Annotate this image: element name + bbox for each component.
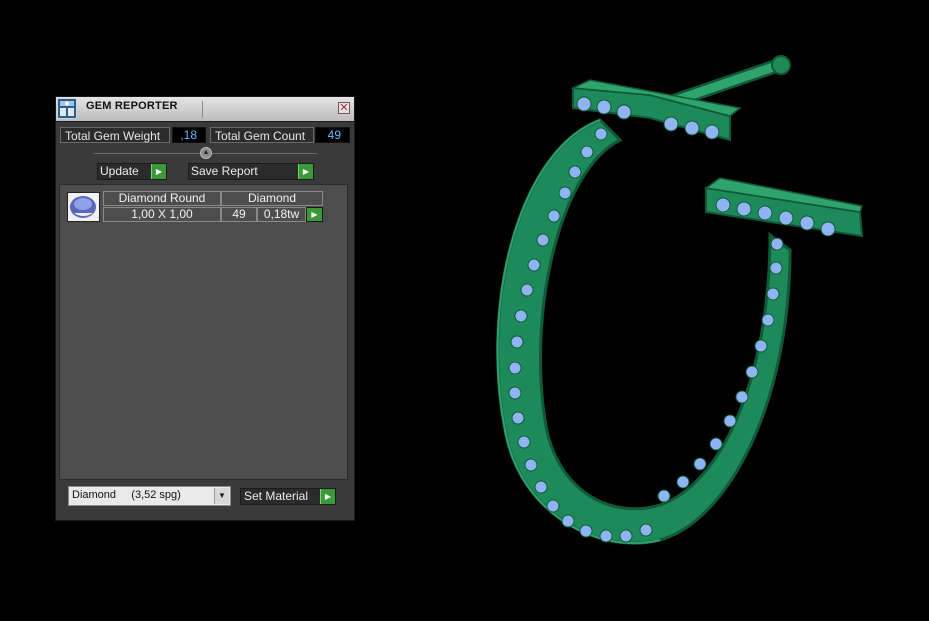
- save-report-button[interactable]: Save Report ▶: [188, 163, 314, 180]
- set-material-button[interactable]: Set Material ▶: [240, 488, 336, 505]
- total-gem-count-value: 49: [315, 127, 350, 143]
- gem-reporter-panel: GEM REPORTER ✕ Total Gem Weight ,18 Tota…: [55, 96, 355, 521]
- material-select-value: Diamond (3,52 spg): [72, 489, 181, 501]
- total-gem-count-label: Total Gem Count: [210, 127, 314, 143]
- title-bar[interactable]: GEM REPORTER ✕: [56, 97, 354, 122]
- update-button[interactable]: Update ▶: [97, 163, 167, 180]
- close-button[interactable]: ✕: [338, 102, 350, 114]
- title-divider: [202, 101, 203, 118]
- gem-weight-cell: 0,18tw: [257, 207, 306, 222]
- diamond-thumbnail-icon: [67, 192, 100, 222]
- material-select[interactable]: Diamond (3,52 spg) ▼: [68, 486, 231, 506]
- gem-list[interactable]: Diamond Round Diamond 1,00 X 1,00 49 0,1…: [59, 184, 348, 480]
- window-title: GEM REPORTER: [86, 100, 178, 112]
- gem-reporter-app-icon: [57, 98, 77, 119]
- save-report-button-label: Save Report: [191, 164, 258, 178]
- gem-row-arrow-icon[interactable]: ▶: [306, 207, 323, 222]
- total-gem-weight-value: ,18: [172, 127, 206, 143]
- set-material-label: Set Material: [244, 489, 309, 503]
- set-material-arrow-icon: ▶: [320, 489, 335, 504]
- gem-shape-cell: Diamond Round: [103, 191, 221, 206]
- panel-slider-knob[interactable]: ▲: [200, 147, 212, 159]
- update-button-label: Update: [100, 164, 139, 178]
- gem-count-cell: 49: [221, 207, 257, 222]
- gem-material-cell: Diamond: [221, 191, 323, 206]
- ring-pin: [661, 55, 791, 110]
- total-gem-weight-label: Total Gem Weight: [60, 127, 170, 143]
- save-report-arrow-icon: ▶: [298, 164, 313, 179]
- update-arrow-icon: ▶: [151, 164, 166, 179]
- gem-size-cell: 1,00 X 1,00: [103, 207, 221, 222]
- chevron-down-icon[interactable]: ▼: [214, 488, 229, 504]
